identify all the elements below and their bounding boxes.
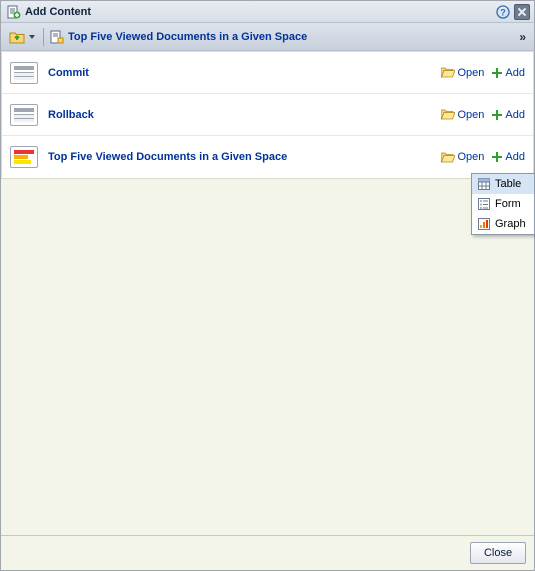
menu-item-form[interactable]: Form: [472, 194, 534, 214]
content-list: Commit Open Add Rollback: [1, 52, 534, 179]
up-folder-icon: [9, 29, 25, 45]
form-icon: [477, 197, 491, 211]
breadcrumb[interactable]: Top Five Viewed Documents in a Given Spa…: [50, 30, 307, 44]
add-type-menu[interactable]: Table Form: [471, 173, 535, 235]
breadcrumb-icon: [50, 30, 64, 44]
add-content-dialog: Add Content ?: [0, 0, 535, 571]
menu-item-graph[interactable]: Graph: [472, 214, 534, 234]
plus-icon: [492, 152, 502, 162]
folder-open-icon: [441, 67, 455, 78]
separator: [43, 28, 44, 46]
add-link[interactable]: Add: [492, 67, 525, 79]
list-item: Commit Open Add: [2, 52, 533, 94]
plus-icon: [492, 68, 502, 78]
help-icon[interactable]: ?: [496, 5, 510, 19]
menu-item-label: Table: [495, 178, 521, 190]
table-icon: [477, 177, 491, 191]
list-item-title: Commit: [48, 67, 431, 79]
list-item: Top Five Viewed Documents in a Given Spa…: [2, 136, 533, 178]
add-link[interactable]: Add: [492, 109, 525, 121]
content-area: Commit Open Add Rollback: [1, 51, 534, 535]
open-link[interactable]: Open: [441, 109, 485, 121]
toolbar: Top Five Viewed Documents in a Given Spa…: [1, 23, 534, 51]
close-button[interactable]: Close: [470, 542, 526, 564]
menu-item-label: Form: [495, 198, 521, 210]
up-folder-button[interactable]: [7, 27, 37, 47]
plus-icon: [492, 110, 502, 120]
close-icon[interactable]: [514, 4, 530, 20]
open-link[interactable]: Open: [441, 67, 485, 79]
menu-item-label: Graph: [495, 218, 526, 230]
portlet-icon: [10, 104, 38, 126]
add-link[interactable]: Add: [492, 151, 525, 163]
list-item-title: Rollback: [48, 109, 431, 121]
svg-text:?: ?: [500, 7, 506, 17]
add-content-title-icon: [7, 5, 21, 19]
breadcrumb-label: Top Five Viewed Documents in a Given Spa…: [68, 31, 307, 43]
chart-icon: [10, 146, 38, 168]
graph-icon: [477, 217, 491, 231]
folder-open-icon: [441, 152, 455, 163]
list-item: Rollback Open Add: [2, 94, 533, 136]
open-link[interactable]: Open: [441, 151, 485, 163]
list-item-title: Top Five Viewed Documents in a Given Spa…: [48, 151, 431, 163]
titlebar: Add Content ?: [1, 1, 534, 23]
portlet-icon: [10, 62, 38, 84]
expand-icon[interactable]: »: [517, 30, 528, 44]
dialog-footer: Close: [1, 535, 534, 570]
chevron-down-icon: [29, 35, 35, 39]
dialog-title: Add Content: [25, 6, 91, 18]
folder-open-icon: [441, 109, 455, 120]
menu-item-table[interactable]: Table: [472, 174, 534, 194]
